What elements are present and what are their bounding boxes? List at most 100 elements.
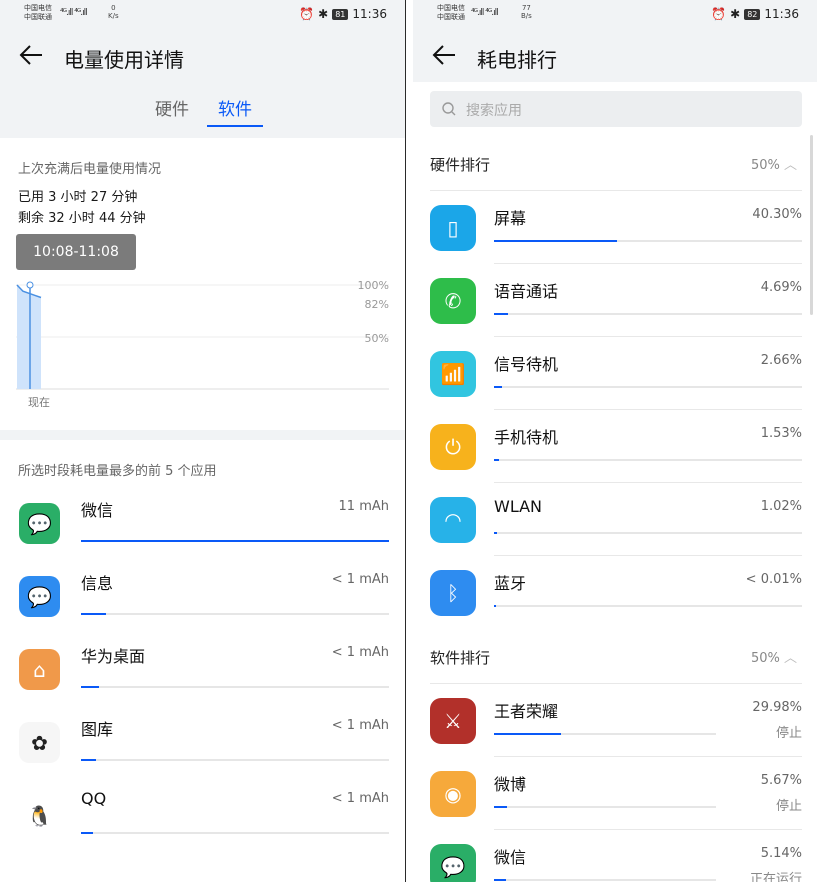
usage-bar-fill bbox=[494, 313, 509, 315]
hardware-percent: 40.30% bbox=[752, 207, 802, 222]
net-speed: 77 B/s bbox=[521, 4, 532, 20]
search-placeholder: 搜索应用 bbox=[466, 103, 522, 119]
search-icon bbox=[442, 102, 456, 116]
hardware-row[interactable]: ◠ WLAN 1.02% bbox=[413, 483, 817, 556]
tab-indicator bbox=[207, 125, 263, 127]
app-status: 正在运行 bbox=[749, 872, 802, 882]
app-row[interactable]: ✿ 图库 < 1 mAh bbox=[0, 706, 405, 779]
hardware-name: WLAN bbox=[494, 497, 543, 516]
app-usage: < 1 mAh bbox=[331, 572, 389, 587]
usage-bar bbox=[494, 879, 716, 881]
time-range-tooltip: 10:08-11:08 bbox=[16, 234, 136, 270]
power-ranking-screen: 中国电信 中国联通 ⁴ᴳ.ıll ⁴ᴳ.ıll 77 B/s ⏰ ✱ 82 11:… bbox=[413, 0, 817, 882]
hardware-name: 屏幕 bbox=[494, 209, 527, 228]
hardware-group-header[interactable]: 硬件排行 50% ︿ bbox=[413, 139, 817, 189]
chevron-up-icon: ︿ bbox=[783, 651, 797, 666]
page-title: 电量使用详情 bbox=[64, 48, 184, 72]
hardware-row[interactable]: 📶 信号待机 2.66% bbox=[413, 337, 817, 410]
hardware-percent: 2.66% bbox=[760, 353, 802, 368]
standby-icon: ⏻ bbox=[430, 424, 476, 470]
hardware-row[interactable]: ⏻ 手机待机 1.53% bbox=[413, 410, 817, 483]
app-name: QQ bbox=[81, 789, 107, 808]
hardware-row[interactable]: ✆ 语音通话 4.69% bbox=[413, 264, 817, 337]
battery-icon: 82 bbox=[744, 8, 761, 20]
software-row[interactable]: ⚔ 王者荣耀 29.98% 停止 bbox=[413, 684, 817, 757]
qq-penguin-icon: 🐧 bbox=[19, 795, 60, 836]
status-bar: 中国电信 中国联通 ⁴ᴳ.ıll ⁴ᴳ.ıll 0 K/s ⏰ ✱ 81 11:3… bbox=[0, 0, 405, 32]
software-group-header[interactable]: 软件排行 50% ︿ bbox=[413, 632, 817, 682]
app-name: 信息 bbox=[81, 574, 114, 593]
app-usage: < 1 mAh bbox=[331, 791, 389, 806]
app-name: 微博 bbox=[494, 775, 527, 794]
app-row[interactable]: 💬 微信 11 mAh bbox=[0, 487, 405, 560]
usage-bar bbox=[494, 605, 802, 607]
usage-bar-fill bbox=[494, 459, 499, 461]
hardware-label: 硬件排行 bbox=[430, 156, 491, 174]
gallery-icon: ✿ bbox=[19, 722, 60, 763]
honor-of-kings-icon: ⚔ bbox=[430, 698, 476, 744]
app-name: 微信 bbox=[81, 501, 114, 520]
clock: 11:36 bbox=[352, 7, 387, 21]
app-usage: 11 mAh bbox=[338, 499, 389, 514]
scrollbar[interactable] bbox=[810, 135, 813, 315]
usage-bar bbox=[494, 459, 802, 461]
tab-hardware[interactable]: 硬件 bbox=[155, 95, 189, 120]
usage-bar-fill bbox=[494, 240, 618, 242]
software-total: 50% ︿ bbox=[750, 651, 797, 666]
software-row[interactable]: ◉ 微博 5.67% 停止 bbox=[413, 757, 817, 830]
phone-icon: ✆ bbox=[430, 278, 476, 324]
usage-bar-fill bbox=[494, 532, 498, 534]
usage-bar bbox=[81, 613, 389, 615]
hardware-name: 信号待机 bbox=[494, 355, 559, 374]
app-usage: < 1 mAh bbox=[331, 718, 389, 733]
app-row[interactable]: ⌂ 华为桌面 < 1 mAh bbox=[0, 633, 405, 706]
bluetooth-status-icon: ✱ bbox=[318, 7, 329, 21]
battery-detail-screen: 中国电信 中国联通 ⁴ᴳ.ıll ⁴ᴳ.ıll 0 K/s ⏰ ✱ 81 11:3… bbox=[0, 0, 405, 882]
panel-divider bbox=[405, 0, 413, 882]
remaining-time: 剩余 32 小时 44 分钟 bbox=[18, 211, 146, 226]
battery-chart[interactable]: 100% 82% 50% 现在 bbox=[0, 276, 405, 416]
hardware-row[interactable]: ▯ 屏幕 40.30% bbox=[413, 191, 817, 264]
app-percent: 5.14% bbox=[760, 846, 802, 861]
top-apps-label: 所选时段耗电量最多的前 5 个应用 bbox=[18, 464, 217, 479]
app-row[interactable]: 🐧 QQ < 1 mAh bbox=[0, 779, 405, 852]
usage-bar bbox=[81, 759, 389, 761]
chevron-up-icon: ︿ bbox=[783, 158, 797, 173]
usage-bar-fill bbox=[81, 613, 106, 615]
search-input[interactable]: 搜索应用 bbox=[430, 91, 802, 127]
signal-icon: 📶 bbox=[430, 351, 476, 397]
used-time: 已用 3 小时 27 分钟 bbox=[18, 190, 138, 205]
hardware-name: 蓝牙 bbox=[494, 574, 527, 593]
cursor-point[interactable] bbox=[26, 281, 34, 289]
hardware-name: 手机待机 bbox=[494, 428, 559, 447]
app-usage: < 1 mAh bbox=[331, 645, 389, 660]
app-percent: 5.67% bbox=[760, 773, 802, 788]
usage-bar-fill bbox=[81, 686, 100, 688]
back-arrow-icon[interactable] bbox=[18, 42, 44, 68]
usage-bar bbox=[494, 240, 802, 242]
screen-icon: ▯ bbox=[430, 205, 476, 251]
status-bar: 中国电信 中国联通 ⁴ᴳ.ıll ⁴ᴳ.ıll 77 B/s ⏰ ✱ 82 11:… bbox=[413, 0, 817, 32]
usage-label: 上次充满后电量使用情况 bbox=[18, 162, 162, 177]
app-percent: 29.98% bbox=[752, 700, 802, 715]
xlabel-now: 现在 bbox=[28, 396, 50, 409]
home-icon: ⌂ bbox=[19, 649, 60, 690]
app-status: 停止 bbox=[775, 799, 802, 814]
app-name: 王者荣耀 bbox=[494, 702, 559, 721]
app-row[interactable]: 💬 信息 < 1 mAh bbox=[0, 560, 405, 633]
usage-bar-fill bbox=[81, 759, 97, 761]
net-speed: 0 K/s bbox=[108, 4, 119, 20]
usage-bar-fill bbox=[494, 733, 561, 735]
tab-software[interactable]: 软件 bbox=[218, 95, 252, 120]
hardware-percent: 1.53% bbox=[760, 426, 802, 441]
bluetooth-icon: ᛒ bbox=[430, 570, 476, 616]
bluetooth-status-icon: ✱ bbox=[730, 7, 741, 21]
ytick-50: 50% bbox=[365, 332, 389, 345]
usage-bar bbox=[494, 733, 716, 735]
hardware-total: 50% ︿ bbox=[750, 158, 797, 173]
ytick-100: 100% bbox=[358, 279, 389, 292]
back-arrow-icon[interactable] bbox=[431, 42, 457, 68]
software-row[interactable]: 💬 微信 5.14% 正在运行 bbox=[413, 830, 817, 882]
app-name: 图库 bbox=[81, 720, 114, 739]
hardware-row[interactable]: ᛒ 蓝牙 < 0.01% bbox=[413, 556, 817, 629]
